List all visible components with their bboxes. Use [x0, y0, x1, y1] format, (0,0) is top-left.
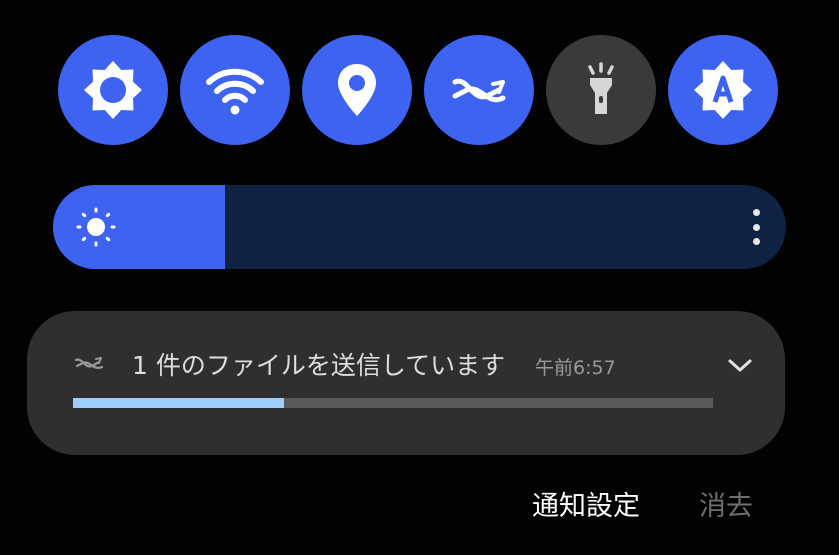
notification-time: 午前6:57 — [535, 357, 616, 379]
location-pin-icon — [338, 64, 376, 116]
sun-icon — [76, 207, 116, 247]
brightness-toggle[interactable] — [58, 35, 168, 145]
notification-panel: 1 件のファイルを送信しています 午前6:57 通知設定 消去 — [0, 0, 839, 555]
transfer-progress-fill — [73, 398, 285, 408]
auto-brightness-a-icon — [694, 61, 752, 119]
wifi-icon — [206, 68, 264, 115]
quick-share-icon — [452, 78, 506, 103]
quick-settings-row — [0, 0, 839, 160]
notification-settings-button[interactable]: 通知設定 — [532, 484, 640, 523]
auto-brightness-sun-icon — [84, 61, 142, 119]
clear-button[interactable]: 消去 — [699, 484, 753, 523]
more-vertical-icon[interactable] — [748, 209, 764, 245]
adaptive-brightness-toggle[interactable] — [668, 35, 778, 145]
location-toggle[interactable] — [302, 35, 412, 145]
quick-share-toggle[interactable] — [424, 35, 534, 145]
flashlight-toggle[interactable] — [546, 35, 656, 145]
quick-share-icon — [75, 357, 104, 369]
file-transfer-notification[interactable]: 1 件のファイルを送信しています 午前6:57 — [27, 311, 785, 455]
notification-title: 1 件のファイルを送信しています — [132, 351, 506, 380]
chevron-down-icon[interactable] — [725, 355, 755, 375]
transfer-progress-bar — [73, 398, 713, 408]
brightness-slider[interactable] — [53, 185, 786, 269]
wifi-toggle[interactable] — [180, 35, 290, 145]
flashlight-icon — [588, 62, 614, 114]
